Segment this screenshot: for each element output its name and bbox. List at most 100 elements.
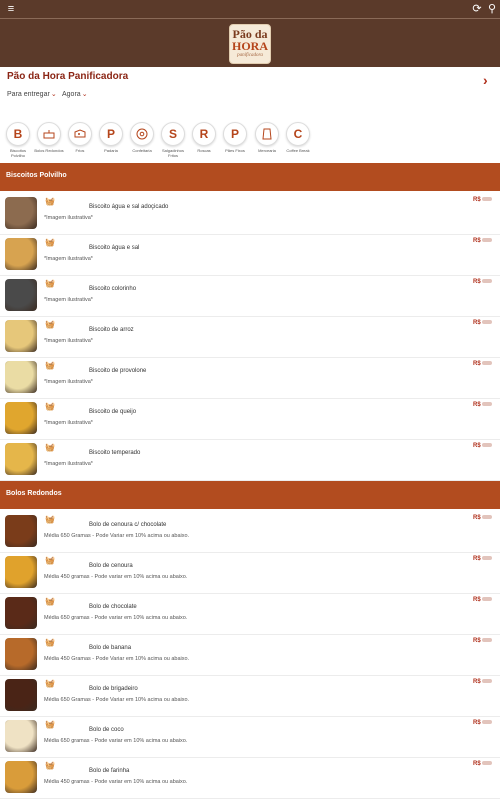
category-coffee-break[interactable]: C Coffee Break xyxy=(283,122,313,153)
category-mercearia[interactable]: Mercearia xyxy=(252,122,282,153)
basket-icon[interactable]: 🧺 xyxy=(45,679,55,688)
product-price: R$ xyxy=(473,638,492,644)
product-price: R$ xyxy=(473,597,492,603)
category-label: Biscoitos Polvilho xyxy=(9,148,26,158)
price-placeholder xyxy=(481,238,492,243)
product-row[interactable]: 🧺 Bolo de banana Média 450 Gramas - Pode… xyxy=(0,634,500,676)
product-name: Bolo de banana xyxy=(89,645,132,651)
top-app-bar: ≡ ⟳ ⚲ xyxy=(0,0,500,19)
logo-line-2: HORA xyxy=(232,39,268,53)
product-price: R$ xyxy=(473,361,492,367)
delivery-mode-dropdown[interactable]: Para entregar⌄ xyxy=(7,90,57,98)
basket-icon[interactable]: 🧺 xyxy=(45,761,55,770)
search-icon[interactable]: ⚲ xyxy=(486,3,498,15)
product-row[interactable]: 🧺 Biscoito de arroz *Imagem ilustrativa*… xyxy=(0,316,500,358)
product-name: Biscoito água e sal adoçicado xyxy=(89,204,169,210)
category-icon: B xyxy=(6,122,30,146)
delivery-time-dropdown[interactable]: Agora⌄ xyxy=(62,90,88,98)
category-padaria[interactable]: P Padaria xyxy=(96,122,126,153)
price-currency: R$ xyxy=(473,761,481,767)
product-description: *Imagem ilustrativa* xyxy=(44,215,93,221)
section-title: Biscoitos Polvilho xyxy=(6,172,67,179)
product-name: Bolo de cenoura c/ chocolate xyxy=(89,522,167,528)
product-name: Biscoito de provolone xyxy=(89,368,147,374)
product-row[interactable]: 🧺 Bolo de coco Média 650 gramas - Pode v… xyxy=(0,716,500,758)
product-row[interactable]: 🧺 Bolo de cenoura c/ chocolate Média 650… xyxy=(0,511,500,553)
product-description: Média 650 Gramas - Pode Variar em 10% ac… xyxy=(44,533,190,539)
category-icon xyxy=(37,122,61,146)
price-placeholder xyxy=(481,638,492,643)
price-placeholder xyxy=(481,761,492,766)
product-image xyxy=(5,515,37,547)
product-name: Biscoito colorinho xyxy=(89,286,137,292)
product-name: Bolo de farinha xyxy=(89,768,130,774)
product-name: Biscoito de arroz xyxy=(89,327,134,333)
product-price: R$ xyxy=(473,679,492,685)
basket-icon[interactable]: 🧺 xyxy=(45,197,55,206)
product-description: Média 650 gramas - Pode variar em 10% ac… xyxy=(44,738,188,744)
donut-icon xyxy=(136,128,148,140)
basket-icon[interactable]: 🧺 xyxy=(45,238,55,247)
category-bolos-redondos[interactable]: Bolos Redondos xyxy=(34,122,64,153)
product-price: R$ xyxy=(473,761,492,767)
price-currency: R$ xyxy=(473,720,481,726)
category-label: Salgadinhos Fritos xyxy=(161,148,185,158)
category-frios[interactable]: Frios xyxy=(65,122,95,153)
product-image xyxy=(5,238,37,270)
product-row[interactable]: 🧺 Bolo de cenoura Média 450 gramas - Pod… xyxy=(0,552,500,594)
basket-icon[interactable]: 🧺 xyxy=(45,443,55,452)
product-row[interactable]: 🧺 Biscoito de provolone *Imagem ilustrat… xyxy=(0,357,500,399)
price-placeholder xyxy=(481,320,492,325)
basket-icon[interactable]: 🧺 xyxy=(45,361,55,370)
chevron-down-icon: ⌄ xyxy=(50,91,57,98)
product-description: *Imagem ilustrativa* xyxy=(44,256,93,262)
price-currency: R$ xyxy=(473,361,481,367)
product-row[interactable]: 🧺 Bolo de chocolate Média 650 gramas - P… xyxy=(0,593,500,635)
basket-icon[interactable]: 🧺 xyxy=(45,597,55,606)
basket-icon[interactable]: 🧺 xyxy=(45,402,55,411)
product-row[interactable]: 🧺 Bolo de farinha Média 450 gramas - Pod… xyxy=(0,757,500,799)
product-row[interactable]: 🧺 Biscoito temperado *Imagem ilustrativa… xyxy=(0,439,500,481)
basket-icon[interactable]: 🧺 xyxy=(45,556,55,565)
category-biscoitos-polvilho[interactable]: B Biscoitos Polvilho xyxy=(3,122,33,158)
basket-icon[interactable]: 🧺 xyxy=(45,720,55,729)
category-confeitaria[interactable]: Confeitaria xyxy=(127,122,157,153)
product-image xyxy=(5,443,37,475)
price-placeholder xyxy=(481,556,492,561)
basket-icon[interactable]: 🧺 xyxy=(45,515,55,524)
category-salgadinhos-fritos[interactable]: S Salgadinhos Fritos xyxy=(158,122,188,158)
category-label: Coffee Break xyxy=(286,148,310,153)
product-row[interactable]: 🧺 Biscoito água e sal adoçicado *Imagem … xyxy=(0,193,500,235)
chevron-down-icon: ⌄ xyxy=(81,91,88,98)
chevron-right-icon[interactable]: › xyxy=(483,72,488,88)
section-header-biscoitos: Biscoitos Polvilho xyxy=(0,163,500,191)
product-image xyxy=(5,197,37,229)
product-row[interactable]: 🧺 Biscoito água e sal *Imagem ilustrativ… xyxy=(0,234,500,276)
category-icon: P xyxy=(223,122,247,146)
product-image xyxy=(5,597,37,629)
product-description: Média 450 Gramas - Pode Variar em 10% ac… xyxy=(44,656,190,662)
product-price: R$ xyxy=(473,720,492,726)
product-description: *Imagem ilustrativa* xyxy=(44,420,93,426)
hamburger-icon[interactable]: ≡ xyxy=(5,3,17,15)
product-image xyxy=(5,279,37,311)
product-price: R$ xyxy=(473,515,492,521)
product-row[interactable]: 🧺 Biscoito de queijo *Imagem ilustrativa… xyxy=(0,398,500,440)
category-icon: P xyxy=(99,122,123,146)
basket-icon[interactable]: 🧺 xyxy=(45,638,55,647)
refresh-icon[interactable]: ⟳ xyxy=(471,3,483,15)
product-price: R$ xyxy=(473,320,492,326)
product-name: Biscoito de queijo xyxy=(89,409,137,415)
price-placeholder xyxy=(481,361,492,366)
product-description: Média 450 gramas - Pode variar em 10% ac… xyxy=(44,574,188,580)
product-description: *Imagem ilustrativa* xyxy=(44,338,93,344)
category-paes-fixos[interactable]: P Pães Fixos xyxy=(220,122,250,153)
store-name: Pão da Hora Panificadora xyxy=(7,71,129,82)
product-name: Bolo de brigadeiro xyxy=(89,686,138,692)
section-header-bolos: Bolos Redondos xyxy=(0,481,500,509)
product-row[interactable]: 🧺 Bolo de brigadeiro Média 650 Gramas - … xyxy=(0,675,500,717)
basket-icon[interactable]: 🧺 xyxy=(45,279,55,288)
basket-icon[interactable]: 🧺 xyxy=(45,320,55,329)
product-row[interactable]: 🧺 Biscoito colorinho *Imagem ilustrativa… xyxy=(0,275,500,317)
category-roscas[interactable]: R Roscas xyxy=(189,122,219,153)
